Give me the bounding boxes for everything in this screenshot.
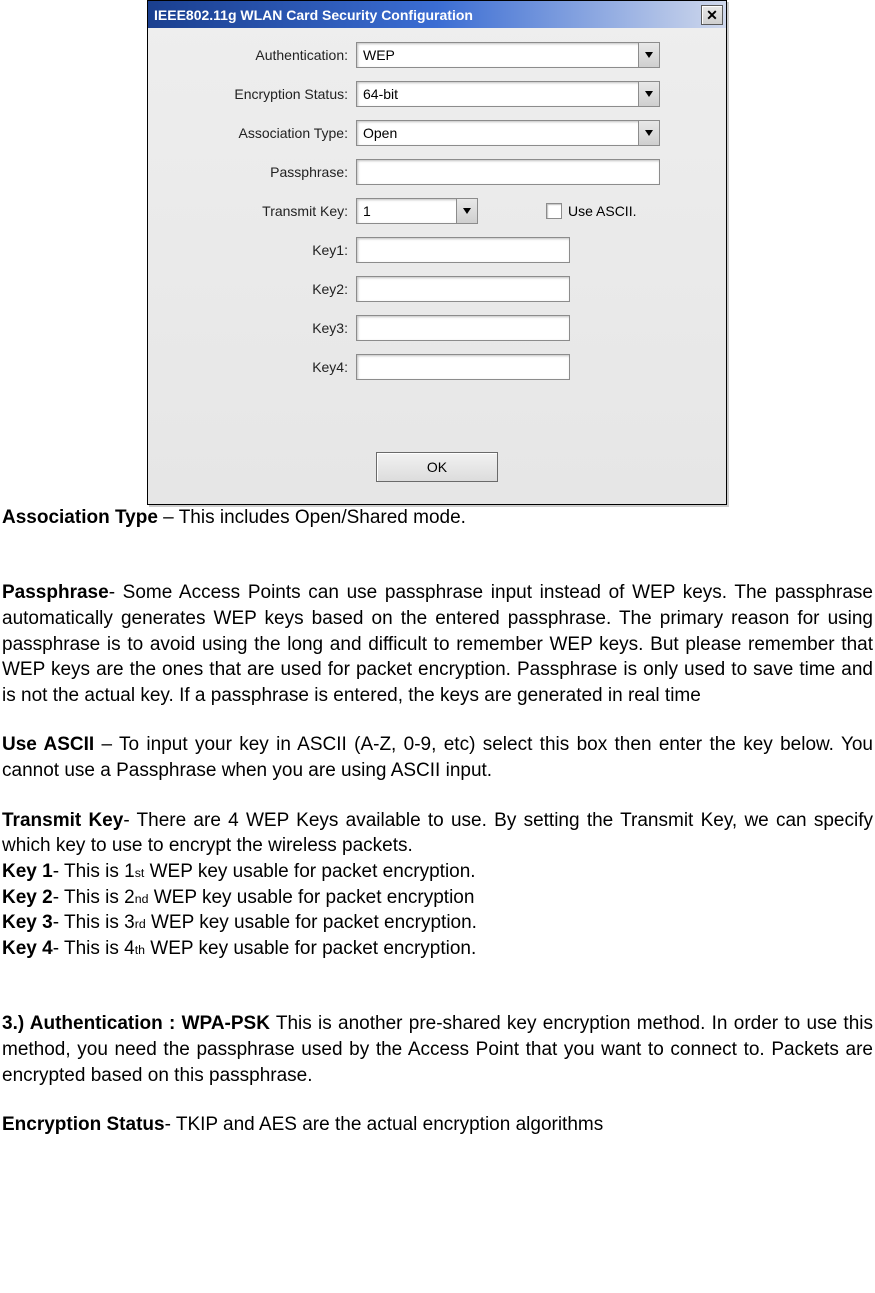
para-association-type: Association Type – This includes Open/Sh… <box>2 505 873 531</box>
association-type-select[interactable]: Open <box>356 120 660 146</box>
key3-input[interactable] <box>356 315 570 341</box>
text: WEP key usable for packet encryption <box>148 887 474 908</box>
text: - TKIP and AES are the actual encryption… <box>165 1114 604 1135</box>
close-icon: ✕ <box>706 8 718 22</box>
close-button[interactable]: ✕ <box>701 5 723 25</box>
encryption-status-value: 64-bit <box>357 86 638 102</box>
authentication-select[interactable]: WEP <box>356 42 660 68</box>
row-key3: Key3: <box>158 315 716 341</box>
row-passphrase: Passphrase: <box>158 159 716 185</box>
transmit-key-value: 1 <box>357 203 456 219</box>
titlebar: IEEE802.11g WLAN Card Security Configura… <box>148 1 726 28</box>
para-key2: Key 2- This is 2nd WEP key usable for pa… <box>2 885 873 911</box>
term-key4: Key 4 <box>2 938 53 959</box>
row-association-type: Association Type: Open <box>158 120 716 146</box>
key2-input[interactable] <box>356 276 570 302</box>
text: – This includes Open/Shared mode. <box>158 507 466 528</box>
text: - This is 2 <box>53 887 135 908</box>
ok-button[interactable]: OK <box>376 452 498 482</box>
para-key3: Key 3- This is 3rd WEP key usable for pa… <box>2 910 873 936</box>
text: - This is 3 <box>53 912 135 933</box>
ordinal: st <box>135 866 145 880</box>
passphrase-input[interactable] <box>356 159 660 185</box>
dialog-title: IEEE802.11g WLAN Card Security Configura… <box>154 7 473 23</box>
para-passphrase: Passphrase- Some Access Points can use p… <box>2 580 873 708</box>
text: WEP key usable for packet encryption. <box>145 938 476 959</box>
term-use-ascii: Use ASCII <box>2 734 94 755</box>
text: - Some Access Points can use passphrase … <box>2 582 873 706</box>
label-passphrase: Passphrase: <box>158 164 356 180</box>
text: WEP key usable for packet encryption. <box>146 912 477 933</box>
term-association-type: Association Type <box>2 507 158 528</box>
term-transmit-key: Transmit Key <box>2 810 123 831</box>
para-enc-status: Encryption Status- TKIP and AES are the … <box>2 1112 873 1138</box>
ordinal: nd <box>135 892 149 906</box>
checkbox-box <box>546 203 562 219</box>
para-key4: Key 4- This is 4th WEP key usable for pa… <box>2 936 873 962</box>
label-key3: Key3: <box>158 320 356 336</box>
label-encryption-status: Encryption Status: <box>158 86 356 102</box>
row-key4: Key4: <box>158 354 716 380</box>
term-key3: Key 3 <box>2 912 53 933</box>
transmit-key-select[interactable]: 1 <box>356 198 478 224</box>
label-key1: Key1: <box>158 242 356 258</box>
security-config-dialog: IEEE802.11g WLAN Card Security Configura… <box>147 0 727 505</box>
term-key2: Key 2 <box>2 887 53 908</box>
label-association-type: Association Type: <box>158 125 356 141</box>
authentication-value: WEP <box>357 47 638 63</box>
key4-input[interactable] <box>356 354 570 380</box>
text: - This is 1 <box>53 861 135 882</box>
text: – To input your key in ASCII (A-Z, 0-9, … <box>2 734 873 781</box>
term-enc-status: Encryption Status <box>2 1114 165 1135</box>
ordinal: th <box>135 943 145 957</box>
dialog-body: Authentication: WEP Encryption Status: 6… <box>148 28 726 504</box>
ordinal: rd <box>135 917 146 931</box>
label-key2: Key2: <box>158 281 356 297</box>
para-use-ascii: Use ASCII – To input your key in ASCII (… <box>2 732 873 783</box>
association-type-value: Open <box>357 125 638 141</box>
row-transmit-key: Transmit Key: 1 Use ASCII. <box>158 198 716 224</box>
text: - There are 4 WEP Keys available to use.… <box>2 810 873 857</box>
ok-label: OK <box>427 459 447 475</box>
row-key1: Key1: <box>158 237 716 263</box>
term-passphrase: Passphrase <box>2 582 109 603</box>
chevron-down-icon <box>456 199 477 223</box>
para-transmit-key: Transmit Key- There are 4 WEP Keys avail… <box>2 808 873 859</box>
chevron-down-icon <box>638 82 659 106</box>
key1-input[interactable] <box>356 237 570 263</box>
label-key4: Key4: <box>158 359 356 375</box>
ok-row: OK <box>158 430 716 504</box>
text: - This is 4 <box>53 938 135 959</box>
encryption-status-select[interactable]: 64-bit <box>356 81 660 107</box>
use-ascii-label: Use ASCII. <box>568 203 636 219</box>
chevron-down-icon <box>638 43 659 67</box>
label-authentication: Authentication: <box>158 47 356 63</box>
para-wpa-psk: 3.) Authentication : WPA-PSK This is ano… <box>2 1011 873 1088</box>
term-wpa-psk: 3.) Authentication : WPA-PSK <box>2 1013 270 1034</box>
term-key1: Key 1 <box>2 861 53 882</box>
chevron-down-icon <box>638 121 659 145</box>
row-key2: Key2: <box>158 276 716 302</box>
para-key1: Key 1- This is 1st WEP key usable for pa… <box>2 859 873 885</box>
row-authentication: Authentication: WEP <box>158 42 716 68</box>
use-ascii-checkbox[interactable]: Use ASCII. <box>546 203 636 219</box>
text: WEP key usable for packet encryption. <box>144 861 475 882</box>
document-text: Association Type – This includes Open/Sh… <box>0 505 875 1138</box>
label-transmit-key: Transmit Key: <box>158 203 356 219</box>
row-encryption-status: Encryption Status: 64-bit <box>158 81 716 107</box>
